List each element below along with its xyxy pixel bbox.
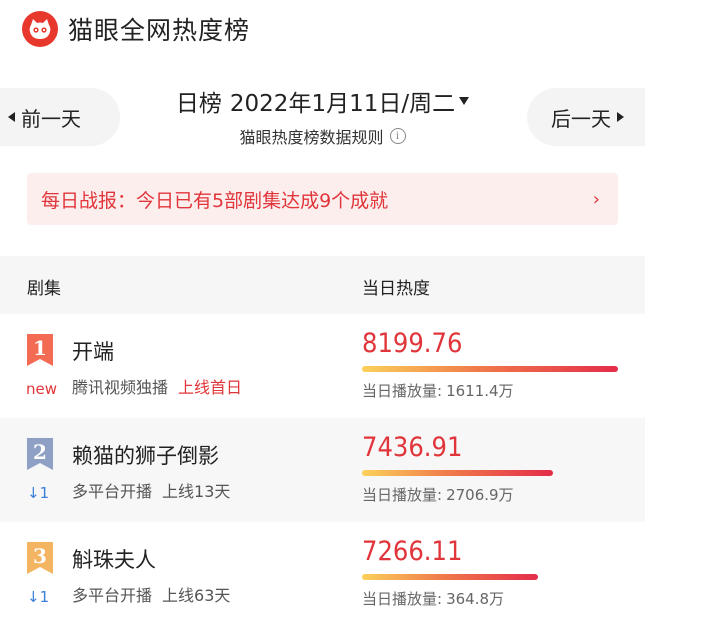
- series-status: 上线13天: [162, 482, 231, 501]
- series-status: 上线首日: [178, 378, 243, 397]
- heat-value: 7266.11: [362, 536, 463, 567]
- page-title: 猫眼全网热度榜: [68, 16, 251, 45]
- column-header-heat: 当日热度: [362, 279, 430, 299]
- app-content: 猫眼全网热度榜 前一天 后一天 日榜 2022年1月11日/周二 猫眼热度榜数据…: [0, 0, 645, 639]
- daily-plays-value: 2706.9万: [446, 486, 514, 504]
- date-selector[interactable]: 日榜 2022年1月11日/周二: [175, 84, 470, 118]
- heat-bar: [362, 470, 553, 476]
- series-meta: 多平台开播 上线63天: [72, 582, 230, 606]
- daily-plays-label: 当日播放量:: [362, 590, 443, 608]
- daily-plays-value: 364.8万: [446, 590, 505, 608]
- heat-value: 8199.76: [362, 328, 463, 359]
- maoyan-cat-logo-icon: [22, 11, 58, 47]
- app-header: 猫眼全网热度榜: [22, 10, 250, 48]
- date-type-label: 日榜: [175, 91, 222, 117]
- date-label: 2022年1月11日/周二: [229, 91, 456, 117]
- date-header: 日榜 2022年1月11日/周二: [0, 84, 645, 118]
- series-platform: 多平台开播: [72, 586, 153, 605]
- daily-report-banner[interactable]: 每日战报：今日已有5部剧集达成9个成就 ›: [27, 173, 618, 225]
- series-meta: 腾讯视频独播 上线首日: [72, 374, 242, 398]
- ranking-row[interactable]: 1 new 开端 腾讯视频独播 上线首日 8199.76 当日播放量: 1611.4…: [0, 314, 645, 418]
- heat-bar: [362, 574, 538, 580]
- heat-value: 7436.91: [362, 432, 463, 463]
- ranking-row[interactable]: 3 ↓1 斛珠夫人 多平台开播 上线63天 7266.11 当日播放量: 364.8…: [0, 522, 645, 626]
- caret-down-icon: [459, 97, 470, 105]
- heat-bar: [362, 366, 618, 372]
- daily-plays-value: 1611.4万: [446, 382, 514, 400]
- rank-3-badge-icon: 3: [27, 542, 53, 574]
- rules-label: 猫眼热度榜数据规则: [239, 128, 384, 147]
- daily-plays: 当日播放量: 1611.4万: [362, 380, 514, 401]
- daily-plays: 当日播放量: 364.8万: [362, 588, 504, 609]
- series-platform: 腾讯视频独播: [72, 378, 169, 397]
- column-header-series: 剧集: [27, 279, 61, 299]
- rank-change: ↓1: [27, 588, 50, 606]
- table-header: 剧集 当日热度: [0, 256, 645, 314]
- series-name: 开端: [72, 340, 114, 364]
- rank-2-badge-icon: 2: [27, 438, 53, 470]
- daily-plays-label: 当日播放量:: [362, 486, 443, 504]
- rank-change: new: [26, 380, 58, 398]
- rank-change: ↓1: [27, 484, 50, 502]
- series-meta: 多平台开播 上线13天: [72, 478, 230, 502]
- rules-link[interactable]: 猫眼热度榜数据规则 i: [0, 124, 645, 148]
- series-name: 赖猫的狮子倒影: [72, 444, 219, 468]
- daily-plays-label: 当日播放量:: [362, 382, 443, 400]
- series-platform: 多平台开播: [72, 482, 153, 501]
- info-icon: i: [389, 128, 406, 144]
- daily-plays: 当日播放量: 2706.9万: [362, 484, 514, 505]
- series-name: 斛珠夫人: [72, 548, 156, 572]
- chevron-right-icon: ›: [592, 188, 600, 210]
- ranking-row[interactable]: 2 ↓1 赖猫的狮子倒影 多平台开播 上线13天 7436.91 当日播放量: 27…: [0, 418, 645, 522]
- banner-text: 每日战报：今日已有5部剧集达成9个成就: [41, 189, 389, 212]
- rank-1-badge-icon: 1: [27, 334, 53, 366]
- series-status: 上线63天: [162, 586, 231, 605]
